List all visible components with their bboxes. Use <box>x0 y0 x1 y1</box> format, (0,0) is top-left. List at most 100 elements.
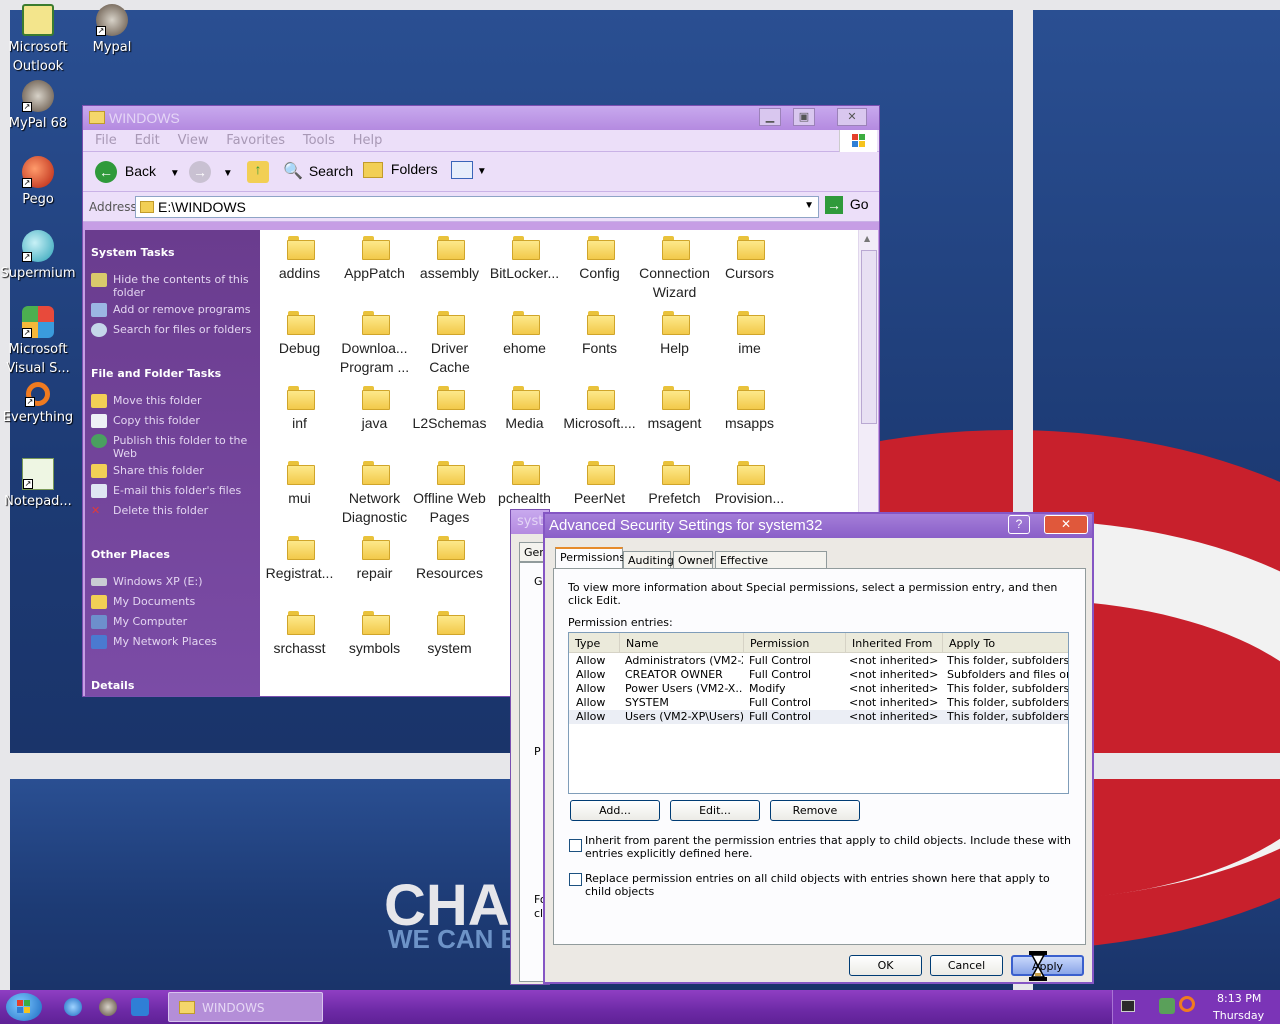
desktop-icon-everything[interactable]: ↗ Everything <box>0 382 76 427</box>
minimize-button[interactable]: ▁ <box>759 108 781 126</box>
folder-item[interactable]: Registrat... <box>262 536 337 583</box>
folder-item[interactable]: assembly <box>412 236 487 283</box>
column-header-type[interactable]: Type <box>569 633 620 653</box>
table-row[interactable]: Allow Power Users (VM2-X... Modify <not … <box>569 682 1068 696</box>
desktop-icon-mypal[interactable]: ↗ Mypal <box>74 4 150 57</box>
desktop-icon-pego[interactable]: ↗ Pego <box>0 156 76 209</box>
go-button[interactable]: → Go <box>825 196 869 215</box>
folder-item[interactable]: Provision... <box>712 461 787 508</box>
folder-item[interactable]: Debug <box>262 311 337 358</box>
task-move-folder[interactable]: Move this folder <box>91 394 255 408</box>
desktop-icon-mypal68[interactable]: ↗ MyPal 68 <box>0 80 76 133</box>
quick-launch-edge-icon[interactable] <box>131 998 149 1016</box>
folder-item[interactable]: Resources <box>412 536 487 583</box>
inherit-checkbox[interactable] <box>569 839 582 852</box>
search-button[interactable]: 🔍 Search <box>283 161 353 181</box>
table-row[interactable]: Allow CREATOR OWNER Full Control <not in… <box>569 668 1068 682</box>
folder-item[interactable]: symbols <box>337 611 412 658</box>
folder-item[interactable]: Fonts <box>562 311 637 358</box>
apply-button[interactable]: Apply <box>1011 955 1084 976</box>
advanced-security-titlebar[interactable]: Advanced Security Settings for system32 … <box>545 514 1092 538</box>
table-row[interactable]: Allow Users (VM2-XP\Users) Full Control … <box>569 710 1068 724</box>
menu-favorites[interactable]: Favorites <box>219 130 292 148</box>
tray-network-icon[interactable] <box>1159 998 1175 1014</box>
folder-item[interactable]: Config <box>562 236 637 283</box>
folder-item[interactable]: Cursors <box>712 236 787 283</box>
back-button[interactable]: ← Back ▼ <box>95 161 180 183</box>
menu-view[interactable]: View <box>171 130 216 148</box>
menu-help[interactable]: Help <box>346 130 390 148</box>
table-row[interactable]: Allow Administrators (VM2-X... Full Cont… <box>569 654 1068 668</box>
folder-item[interactable]: Downloa... Program ... <box>337 311 412 377</box>
menu-file[interactable]: File <box>83 130 124 148</box>
folder-item[interactable]: Network Diagnostic <box>337 461 412 527</box>
maximize-button[interactable]: ▣ <box>793 108 815 126</box>
tab-owner[interactable]: Owner <box>673 551 714 569</box>
chevron-down-icon[interactable]: ▼ <box>170 168 180 179</box>
start-button[interactable] <box>6 993 42 1021</box>
scroll-up-arrow-icon[interactable]: ▲ <box>864 234 870 243</box>
task-copy-folder[interactable]: Copy this folder <box>91 414 255 428</box>
help-button[interactable]: ? <box>1008 515 1030 534</box>
ok-button[interactable]: OK <box>849 955 922 976</box>
folder-item[interactable]: Connection Wizard <box>637 236 712 302</box>
folder-item[interactable]: addins <box>262 236 337 283</box>
column-header-inherited-from[interactable]: Inherited From <box>846 633 943 653</box>
folder-item[interactable]: repair <box>337 536 412 583</box>
column-header-name[interactable]: Name <box>620 633 744 653</box>
folder-item[interactable]: msapps <box>712 386 787 433</box>
chevron-down-icon[interactable]: ▼ <box>804 200 814 211</box>
folders-button[interactable]: Folders <box>363 161 438 179</box>
tab-effective-permissions[interactable]: Effective Permissions <box>715 551 827 580</box>
scrollbar-thumb[interactable] <box>861 250 877 424</box>
folder-item[interactable]: Media <box>487 386 562 433</box>
folder-item[interactable]: inf <box>262 386 337 433</box>
folder-item[interactable]: L2Schemas <box>412 386 487 433</box>
up-folder-button[interactable]: ↑ <box>247 161 269 183</box>
task-add-remove-programs[interactable]: Add or remove programs <box>91 303 255 317</box>
desktop-icon-notepad[interactable]: ↗ Notepad... <box>0 458 76 511</box>
folder-item[interactable]: Microsoft.... <box>562 386 637 433</box>
folder-item[interactable]: Prefetch <box>637 461 712 508</box>
folder-item[interactable]: Driver Cache <box>412 311 487 377</box>
address-input[interactable]: E:\WINDOWS ▼ <box>135 196 819 218</box>
folder-item[interactable]: system <box>412 611 487 658</box>
tab-permissions[interactable]: Permissions <box>555 547 625 569</box>
quick-launch-mypal-icon[interactable] <box>99 998 117 1016</box>
folder-item[interactable]: pchealth <box>487 461 562 508</box>
taskbar-window-button[interactable]: WINDOWS <box>168 992 323 1022</box>
chevron-down-icon[interactable]: ▼ <box>223 168 233 179</box>
task-delete-folder[interactable]: ✕ Delete this folder <box>91 504 255 517</box>
quick-launch-ie-icon[interactable] <box>64 998 82 1016</box>
remove-button[interactable]: Remove <box>770 800 860 821</box>
tab-auditing[interactable]: Auditing <box>623 551 674 569</box>
folder-item[interactable]: java <box>337 386 412 433</box>
desktop-icon-outlook[interactable]: Microsoft Outlook <box>0 4 76 76</box>
cancel-button[interactable]: Cancel <box>930 955 1003 976</box>
menu-edit[interactable]: Edit <box>128 130 167 148</box>
forward-button[interactable]: → ▼ <box>189 161 233 183</box>
place-my-computer[interactable]: My Computer <box>91 615 255 629</box>
close-button[interactable]: ✕ <box>1044 515 1088 534</box>
folder-item[interactable]: msagent <box>637 386 712 433</box>
folder-item[interactable]: mui <box>262 461 337 508</box>
column-header-permission[interactable]: Permission <box>744 633 846 653</box>
views-button[interactable]: ▼ <box>451 161 487 180</box>
replace-checkbox[interactable] <box>569 873 582 886</box>
close-button[interactable]: ✕ <box>837 108 867 126</box>
edit-button[interactable]: Edit... <box>670 800 760 821</box>
column-header-apply-to[interactable]: Apply To <box>943 633 1070 653</box>
table-row[interactable]: Allow SYSTEM Full Control <not inherited… <box>569 696 1068 710</box>
task-hide-contents[interactable]: Hide the contents of this folder <box>91 273 255 299</box>
folder-item[interactable]: AppPatch <box>337 236 412 283</box>
task-share-folder[interactable]: Share this folder <box>91 464 255 478</box>
desktop-icon-visual-studio[interactable]: ↗ Microsoft Visual S... <box>0 306 76 378</box>
folder-item[interactable]: Offline Web Pages <box>412 461 487 527</box>
folder-item[interactable]: PeerNet <box>562 461 637 508</box>
folder-item[interactable]: srchasst <box>262 611 337 658</box>
folder-item[interactable]: ehome <box>487 311 562 358</box>
menu-tools[interactable]: Tools <box>296 130 342 148</box>
place-my-documents[interactable]: My Documents <box>91 595 255 609</box>
tray-search-icon[interactable] <box>1179 996 1195 1012</box>
folder-item[interactable]: ime <box>712 311 787 358</box>
